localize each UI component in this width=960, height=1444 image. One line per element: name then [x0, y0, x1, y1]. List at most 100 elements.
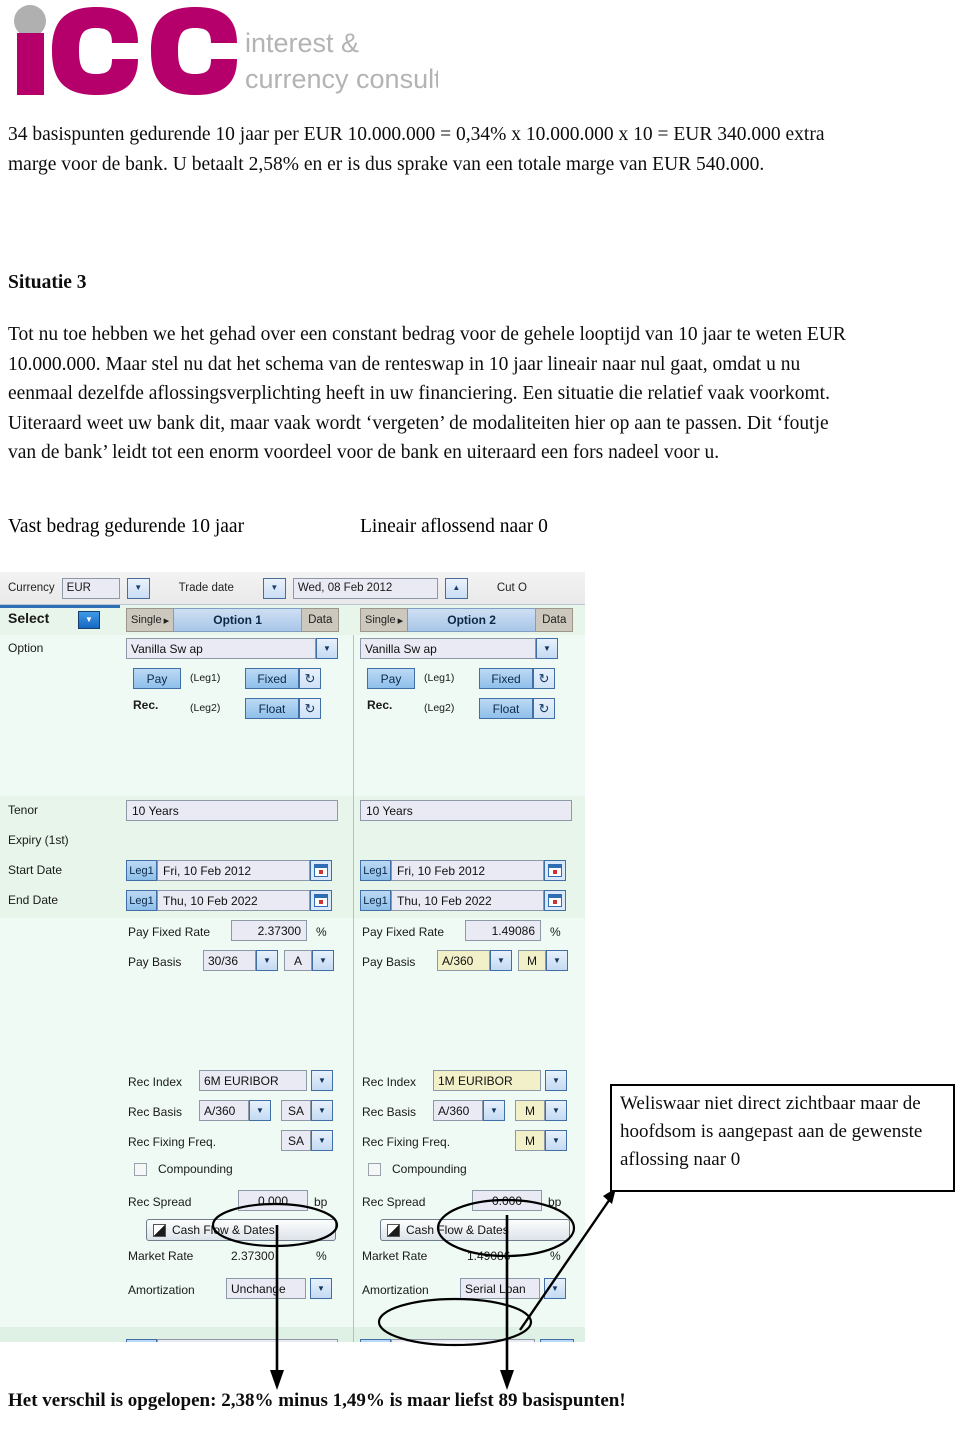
- tab-option-1[interactable]: Option 1: [174, 608, 303, 632]
- end-date-calendar-icon-1[interactable]: [310, 890, 332, 911]
- notional-field-1[interactable]: 10,000,000.00: [157, 1339, 338, 1342]
- rec-basis-freq-dropdown-icon-1[interactable]: ▼: [311, 1100, 333, 1121]
- rec-fixing-freq-combo-1[interactable]: SA: [281, 1130, 311, 1151]
- currency-field[interactable]: EUR: [61, 577, 120, 599]
- tab-option-2[interactable]: Option 2: [408, 608, 537, 632]
- pay-type-button-1[interactable]: Fixed: [245, 668, 299, 689]
- rec-fixing-freq-label-1: Rec Fixing Freq.: [128, 1135, 217, 1149]
- start-date-calendar-icon-1[interactable]: [310, 860, 332, 881]
- tabstrip-1: Single ▸ Option 1 Data: [126, 608, 340, 632]
- pay-button-2[interactable]: Pay: [367, 668, 415, 689]
- app-toolbar: Currency EUR ▼ Trade date ▼ Wed, 08 Feb …: [0, 572, 585, 605]
- notional-leg-chip-1[interactable]: Leg1: [126, 1339, 157, 1342]
- end-leg-chip-2[interactable]: Leg1: [360, 890, 391, 911]
- currency-label: Currency: [8, 582, 55, 594]
- tab-data-1[interactable]: Data: [302, 608, 340, 632]
- rec-swap-icon-1[interactable]: ↻: [299, 698, 321, 719]
- rec-index-dropdown-icon-2[interactable]: ▼: [545, 1070, 567, 1091]
- trade-date-down-icon[interactable]: ▼: [262, 577, 286, 599]
- caption-left: Vast bedrag gedurende 10 jaar: [8, 516, 245, 537]
- option-dropdown-icon-2[interactable]: ▼: [536, 638, 558, 659]
- select-dropdown-icon[interactable]: ▼: [78, 611, 100, 629]
- cut-off-label: Cut O: [496, 582, 527, 594]
- notional-leg-chip-2[interactable]: Leg1: [360, 1339, 391, 1342]
- pay-basis-day-dropdown-icon-1[interactable]: ▼: [256, 950, 278, 971]
- tab-data-2[interactable]: Data: [536, 608, 574, 632]
- pay-basis-freq-dropdown-icon-1[interactable]: ▼: [312, 950, 334, 971]
- leg2-paren-2: (Leg2): [424, 702, 455, 714]
- amortization-combo-1[interactable]: Unchange: [226, 1278, 306, 1299]
- leg1-paren-1: (Leg1): [190, 672, 221, 684]
- rec-basis-day-combo-2[interactable]: A/360: [433, 1100, 483, 1121]
- rec-basis-freq-combo-2[interactable]: M: [515, 1100, 545, 1121]
- rec-index-combo-1[interactable]: 6M EURIBOR: [199, 1070, 307, 1091]
- rec-type-button-1[interactable]: Float: [245, 698, 299, 719]
- pay-basis-freq-combo-1[interactable]: A: [284, 950, 312, 971]
- trade-date-field[interactable]: Wed, 08 Feb 2012: [292, 577, 438, 599]
- amortization-dropdown-icon-2[interactable]: ▼: [544, 1278, 566, 1299]
- pay-basis-day-combo-2[interactable]: A/360: [437, 950, 490, 971]
- rec-index-dropdown-icon-1[interactable]: ▼: [311, 1070, 333, 1091]
- end-date-calendar-icon-2[interactable]: [544, 890, 566, 911]
- pay-fixed-rate-field-1[interactable]: 2.37300: [231, 920, 307, 941]
- option-combo-1[interactable]: Vanilla Sw ap: [126, 638, 316, 659]
- pay-button-1[interactable]: Pay: [133, 668, 181, 689]
- start-date-field-2[interactable]: Fri, 10 Feb 2012: [391, 860, 544, 881]
- tenor-label: Tenor: [8, 803, 39, 817]
- pay-basis-label-1: Pay Basis: [128, 955, 182, 969]
- rec-type-button-2[interactable]: Float: [479, 698, 533, 719]
- pay-basis-day-combo-1[interactable]: 30/36: [203, 950, 256, 971]
- swap-pricer-screenshot: Currency EUR ▼ Trade date ▼ Wed, 08 Feb …: [0, 572, 585, 1342]
- pay-type-button-2[interactable]: Fixed: [479, 668, 533, 689]
- option-combo-2[interactable]: Vanilla Sw ap: [360, 638, 536, 659]
- currency-dropdown-icon[interactable]: ▼: [126, 577, 150, 599]
- rec-fixing-freq-combo-2[interactable]: M: [515, 1130, 545, 1151]
- rec-basis-freq-dropdown-icon-2[interactable]: ▼: [545, 1100, 567, 1121]
- rec-swap-icon-2[interactable]: ↻: [533, 698, 555, 719]
- tab-single-1[interactable]: Single ▸: [126, 608, 175, 632]
- tabstrip-2: Single ▸ Option 2 Data: [360, 608, 574, 632]
- market-rate-percent-1: %: [316, 1249, 327, 1263]
- pay-fixed-rate-field-2[interactable]: 1.49086: [465, 920, 541, 941]
- amortization-label-1: Amortization: [128, 1283, 195, 1297]
- rec-fixing-freq-dropdown-icon-1[interactable]: ▼: [311, 1130, 333, 1151]
- select-tab-underline: [0, 605, 120, 608]
- option-dropdown-icon-1[interactable]: ▼: [316, 638, 338, 659]
- rec-spread-label-1: Rec Spread: [128, 1195, 192, 1209]
- cash-flow-dates-button-2[interactable]: Cash Flow & Dates: [380, 1219, 570, 1241]
- end-date-field-2[interactable]: Thu, 10 Feb 2022: [391, 890, 544, 911]
- tenor-field-1[interactable]: 10 Years: [126, 800, 338, 821]
- pay-swap-icon-1[interactable]: ↻: [299, 668, 321, 689]
- pay-basis-freq-combo-2[interactable]: M: [518, 950, 546, 971]
- pay-basis-day-dropdown-icon-2[interactable]: ▼: [490, 950, 512, 971]
- column-divider: [353, 635, 354, 1342]
- rec-basis-day-dropdown-icon-2[interactable]: ▼: [483, 1100, 505, 1121]
- amortization-dropdown-icon-1[interactable]: ▼: [310, 1278, 332, 1299]
- compounding-checkbox-2[interactable]: [368, 1163, 381, 1176]
- tab-single-2[interactable]: Single ▸: [360, 608, 409, 632]
- rec-basis-day-dropdown-icon-1[interactable]: ▼: [249, 1100, 271, 1121]
- trade-date-up-icon[interactable]: ▲: [444, 577, 468, 599]
- rec-spread-field-1[interactable]: 0.000: [238, 1190, 308, 1211]
- start-leg-chip-1[interactable]: Leg1: [126, 860, 157, 881]
- rec-fixing-freq-dropdown-icon-2[interactable]: ▼: [545, 1130, 567, 1151]
- rec-spread-field-2[interactable]: 0.000: [472, 1190, 542, 1211]
- start-date-calendar-icon-2[interactable]: [544, 860, 566, 881]
- footer-conclusion: Het verschil is opgelopen: 2,38% minus 1…: [8, 1390, 626, 1411]
- rec-basis-day-combo-1[interactable]: A/360: [199, 1100, 249, 1121]
- end-leg-chip-1[interactable]: Leg1: [126, 890, 157, 911]
- amortization-combo-2[interactable]: Serial Loan: [460, 1278, 540, 1299]
- end-date-field-1[interactable]: Thu, 10 Feb 2022: [157, 890, 310, 911]
- cash-flow-dates-button-1[interactable]: Cash Flow & Dates: [146, 1219, 336, 1241]
- start-date-field-1[interactable]: Fri, 10 Feb 2012: [157, 860, 310, 881]
- pay-basis-freq-dropdown-icon-2[interactable]: ▼: [546, 950, 568, 971]
- tenor-field-2[interactable]: 10 Years: [360, 800, 572, 821]
- pay-swap-icon-2[interactable]: ↻: [533, 668, 555, 689]
- rec-basis-freq-combo-1[interactable]: SA: [281, 1100, 311, 1121]
- notional-field-2[interactable]: 10,000,000: [391, 1339, 535, 1342]
- start-leg-chip-2[interactable]: Leg1: [360, 860, 391, 881]
- rec-index-combo-2[interactable]: 1M EURIBOR: [433, 1070, 541, 1091]
- notional-var-button-2[interactable]: Var: [540, 1339, 574, 1342]
- compounding-checkbox-1[interactable]: [134, 1163, 147, 1176]
- select-label: Select: [8, 610, 50, 626]
